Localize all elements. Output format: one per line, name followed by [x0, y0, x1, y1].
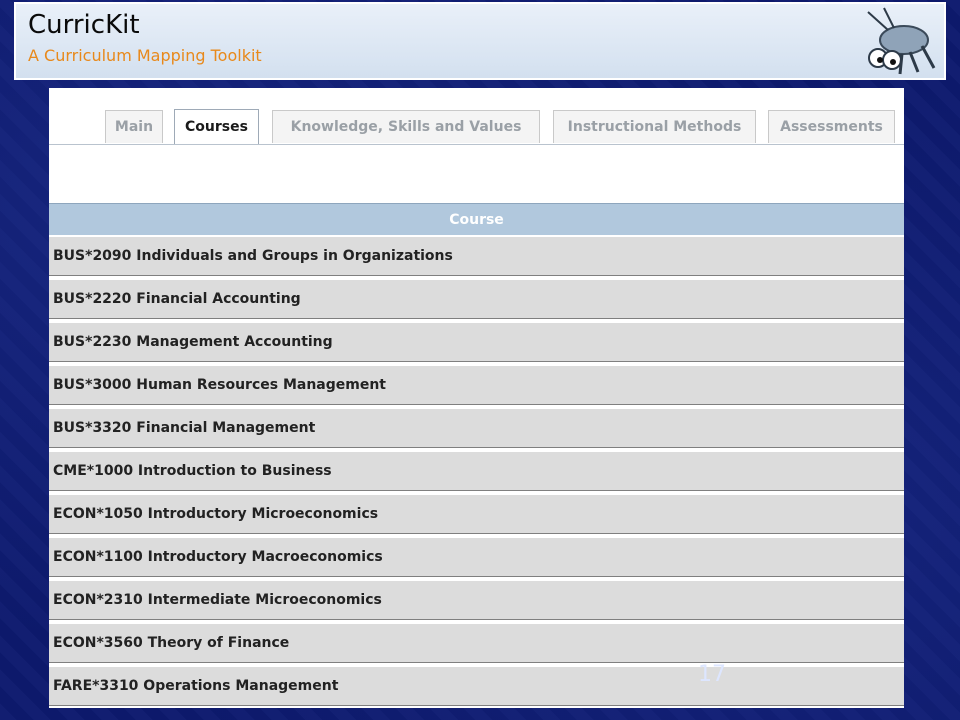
table-row[interactable]: BUS*2220 Financial Accounting [49, 278, 904, 319]
column-header-course: Course [49, 203, 904, 235]
app-banner: CurricKit A Curriculum Mapping Toolkit [14, 2, 946, 80]
tab-instructional-methods[interactable]: Instructional Methods [553, 110, 756, 143]
app-subtitle: A Curriculum Mapping Toolkit [28, 46, 262, 65]
table-row[interactable]: ECON*3560 Theory of Finance [49, 622, 904, 663]
table-row[interactable]: BUS*3320 Financial Management [49, 407, 904, 448]
app-title: CurricKit [28, 10, 140, 40]
table-row[interactable]: BUS*2090 Individuals and Groups in Organ… [49, 235, 904, 276]
main-panel: Main Courses Knowledge, Skills and Value… [49, 88, 904, 708]
table-row[interactable]: CME*1000 Introduction to Business [49, 450, 904, 491]
cricket-mascot-icon [858, 6, 938, 78]
courses-table: Course BUS*2090 Individuals and Groups i… [49, 203, 904, 706]
tab-courses[interactable]: Courses [174, 109, 259, 144]
tab-assessments[interactable]: Assessments [768, 110, 895, 143]
table-row[interactable]: ECON*2310 Intermediate Microeconomics [49, 579, 904, 620]
table-row[interactable]: BUS*3000 Human Resources Management [49, 364, 904, 405]
table-row[interactable]: BUS*2230 Management Accounting [49, 321, 904, 362]
slide-page-number: 17 [698, 662, 726, 687]
tab-bar: Main Courses Knowledge, Skills and Value… [49, 88, 904, 145]
table-row[interactable]: FARE*3310 Operations Management [49, 665, 904, 706]
tab-knowledge-skills-values[interactable]: Knowledge, Skills and Values [272, 110, 540, 143]
table-row[interactable]: ECON*1100 Introductory Macroeconomics [49, 536, 904, 577]
tab-main[interactable]: Main [105, 110, 163, 143]
table-row[interactable]: ECON*1050 Introductory Microeconomics [49, 493, 904, 534]
